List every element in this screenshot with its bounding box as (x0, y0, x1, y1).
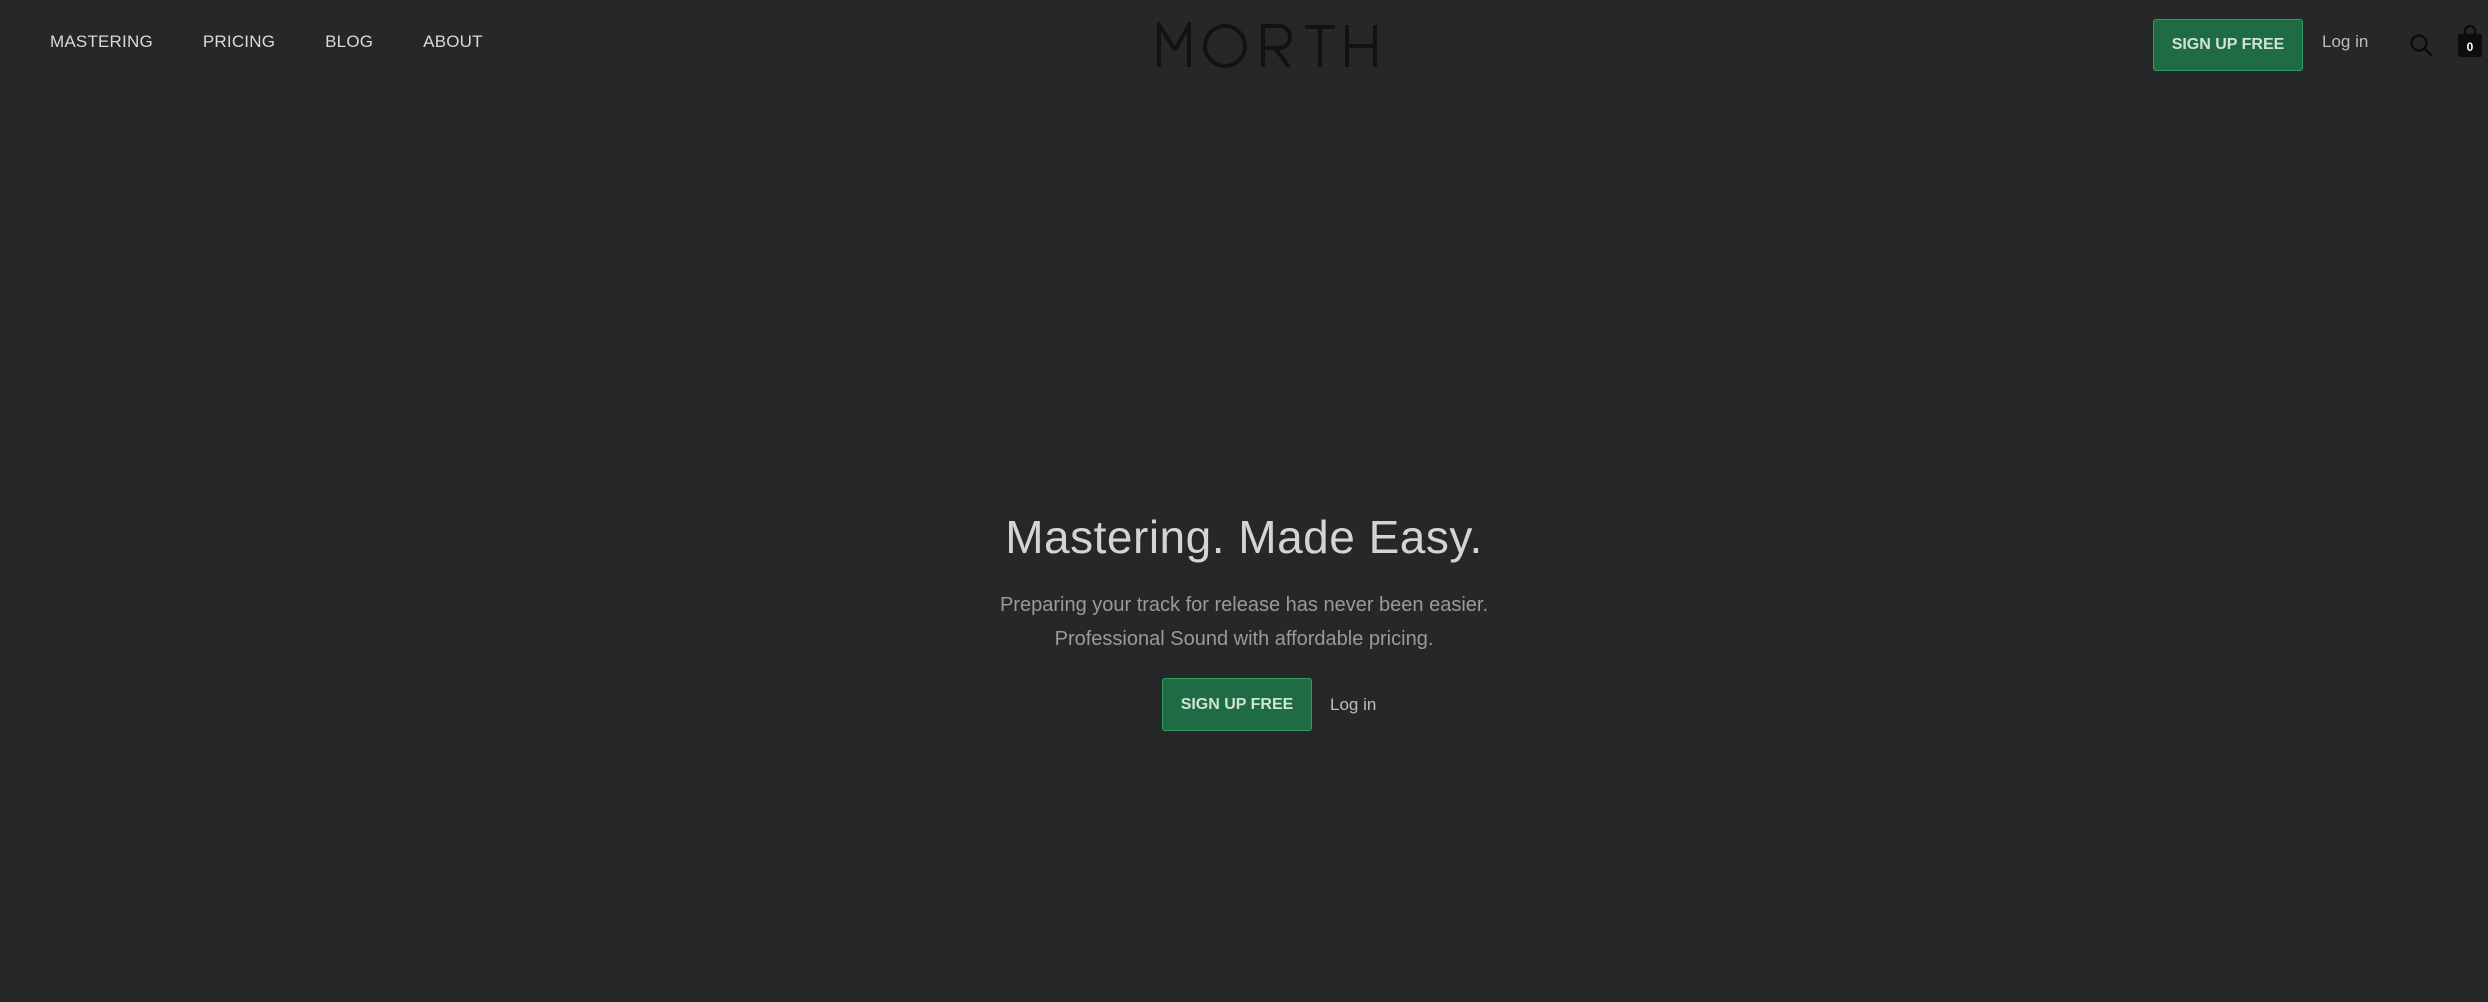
hero-section: Mastering. Made Easy. Preparing your tra… (0, 508, 2488, 656)
cart-count-badge: 0 (2466, 40, 2474, 54)
hero-actions: SIGN UP FREE Log in (1162, 678, 1376, 731)
cart-button[interactable]: 0 (2457, 24, 2483, 58)
nav-item-blog[interactable]: BLOG (325, 30, 373, 54)
hero-subtitle: Preparing your track for release has nev… (0, 588, 2488, 656)
search-icon[interactable] (2409, 33, 2433, 57)
nav-item-pricing[interactable]: PRICING (203, 30, 275, 54)
nav-item-about[interactable]: ABOUT (423, 30, 483, 54)
main-nav: MASTERING PRICING BLOG ABOUT (50, 30, 533, 54)
brand-logo[interactable] (1155, 17, 1379, 70)
nav-item-mastering[interactable]: MASTERING (50, 30, 153, 54)
header-signup-button[interactable]: SIGN UP FREE (2153, 19, 2303, 71)
hero-subtitle-line1: Preparing your track for release has nev… (999, 594, 1489, 616)
hero-subtitle-line2: Professional Sound with affordable prici… (1054, 628, 1434, 650)
hero-title: Mastering. Made Easy. (1005, 511, 1483, 563)
hero-login-link[interactable]: Log in (1330, 695, 1376, 715)
header-login-link[interactable]: Log in (2322, 30, 2368, 54)
page: MASTERING PRICING BLOG ABOUT SIGN UP FRE… (0, 0, 2488, 1002)
hero-signup-button[interactable]: SIGN UP FREE (1162, 678, 1312, 731)
